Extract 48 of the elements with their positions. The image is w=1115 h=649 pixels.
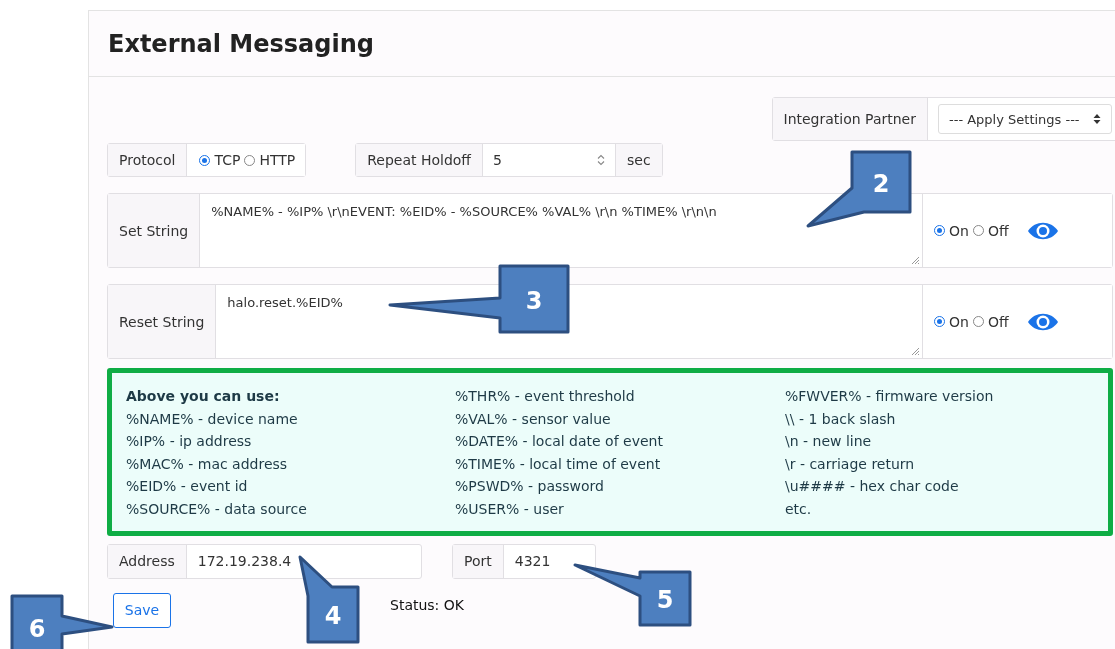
radio-button[interactable]	[199, 154, 211, 166]
help-item: %EID% - event id	[126, 477, 249, 497]
field-label: Integration Partner	[772, 98, 928, 140]
radio-label[interactable]: Off	[987, 222, 1009, 239]
help-item: \n - new line	[785, 432, 873, 452]
field-label: Protocol	[108, 144, 188, 176]
radio-button[interactable]	[972, 225, 984, 236]
radio-button[interactable]	[972, 316, 984, 327]
save-button[interactable]: Save	[113, 592, 171, 628]
help-item: %PSWD% - password	[455, 477, 605, 497]
radio-button[interactable]	[244, 154, 256, 166]
help-item: %NAME% - device name	[126, 409, 299, 429]
help-heading: Above you can use:	[126, 387, 281, 406]
spinner-icon[interactable]	[597, 154, 605, 166]
help-item: %THR% - event threshold	[455, 387, 636, 406]
select-field[interactable]: --- Apply Settings ---	[938, 104, 1112, 134]
radio-label[interactable]: On	[949, 313, 969, 330]
help-item: %USER% - user	[455, 499, 565, 519]
status-text: Status: OK	[390, 597, 464, 614]
help-item: \u#### - hex char code	[785, 477, 960, 497]
sort-caret-icon	[1093, 113, 1101, 125]
page-title: External Messaging	[108, 29, 374, 58]
resize-grip-icon[interactable]	[911, 347, 920, 356]
help-item: %MAC% - mac address	[126, 454, 289, 474]
field-label: Reset String	[108, 285, 217, 358]
radio-button[interactable]	[934, 316, 945, 327]
resize-grip-icon[interactable]	[911, 256, 920, 265]
help-item: \\ - 1 back slash	[785, 409, 897, 429]
radio-label[interactable]: TCP	[214, 152, 241, 168]
help-item: %SOURCE% - data source	[126, 499, 308, 519]
field-label: Repeat Holdoff	[356, 144, 483, 176]
callout-number: 3	[525, 287, 543, 315]
callout-number: 5	[656, 586, 674, 614]
callout-number: 4	[324, 602, 342, 630]
help-item: %DATE% - local date of event	[455, 432, 664, 452]
help-item: %TIME% - local time of event	[455, 454, 662, 474]
help-item: %IP% - ip address	[126, 432, 253, 452]
field-label: Set String	[108, 194, 201, 267]
radio-label[interactable]: HTTP	[259, 152, 296, 168]
radio-button[interactable]	[934, 225, 945, 236]
help-item: %FWVER% - firmware version	[785, 387, 995, 406]
help-item: etc.	[785, 499, 813, 519]
radio-label[interactable]: On	[949, 222, 969, 239]
callout-number: 6	[28, 615, 46, 643]
help-item: %VAL% - sensor value	[455, 409, 612, 429]
radio-label[interactable]: Off	[987, 313, 1009, 330]
help-item: \r - carriage return	[785, 454, 916, 474]
unit-label: sec	[616, 144, 662, 176]
